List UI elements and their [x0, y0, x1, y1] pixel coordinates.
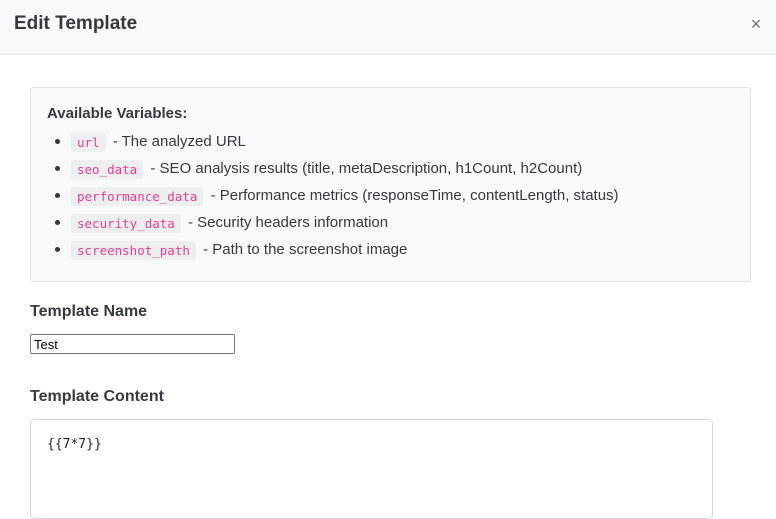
available-variables-heading: Available Variables: — [47, 105, 188, 122]
variable-item-seo-data: seo_data - SEO analysis results (title, … — [53, 155, 619, 182]
variables-list: url - The analyzed URL seo_data - SEO an… — [53, 128, 619, 263]
variable-description: - Path to the screenshot image — [203, 241, 408, 258]
modal-title: Edit Template — [14, 13, 138, 34]
bullet-icon — [55, 220, 60, 225]
variable-code: screenshot_path — [71, 240, 196, 260]
variable-item-performance-data: performance_data - Performance metrics (… — [53, 182, 619, 209]
modal-header: Edit Template × — [0, 0, 776, 55]
variable-item-security-data: security_data - Security headers informa… — [53, 209, 619, 236]
bullet-icon — [55, 166, 60, 171]
variable-code: performance_data — [71, 186, 204, 206]
variable-item-url: url - The analyzed URL — [53, 128, 619, 155]
variable-code: url — [71, 132, 106, 152]
bullet-icon — [55, 247, 60, 252]
variable-code: security_data — [71, 213, 181, 233]
variable-description: - Security headers information — [188, 214, 389, 231]
available-variables-panel: Available Variables: url - The analyzed … — [30, 87, 751, 282]
variable-item-screenshot-path: screenshot_path - Path to the screenshot… — [53, 236, 619, 263]
template-name-input[interactable] — [30, 334, 235, 354]
close-icon[interactable]: × — [748, 14, 764, 34]
variable-description: - SEO analysis results (title, metaDescr… — [150, 160, 583, 177]
variable-description: - Performance metrics (responseTime, con… — [210, 187, 619, 204]
bullet-icon — [55, 193, 60, 198]
bullet-icon — [55, 139, 60, 144]
variable-description: - The analyzed URL — [112, 133, 246, 150]
template-content-label: Template Content — [30, 388, 164, 405]
template-name-label: Template Name — [30, 303, 148, 320]
template-content-textarea[interactable]: {{7*7}} — [30, 419, 713, 519]
variable-code: seo_data — [71, 159, 144, 179]
